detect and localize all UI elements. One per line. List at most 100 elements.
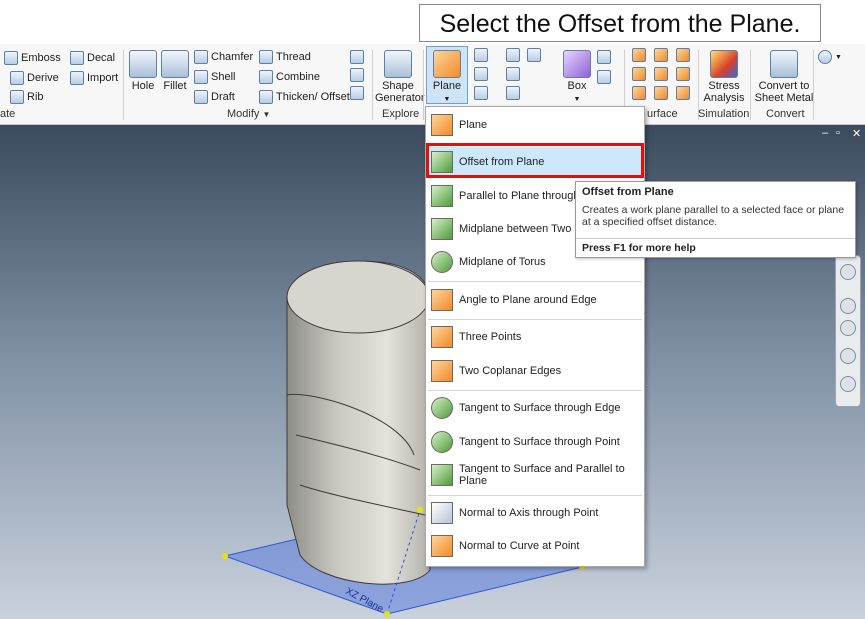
restore-window-button[interactable]: ▫ — [836, 127, 840, 139]
tangent-parallel-icon — [431, 464, 453, 486]
surface-tools-col2 — [654, 48, 668, 100]
ribbon-options-button[interactable]: ▼ — [818, 50, 842, 64]
rib-button[interactable]: Rib — [10, 90, 44, 104]
shape-generator-button[interactable]: Shape Generator — [375, 50, 425, 104]
tooltip-help: Press F1 for more help — [582, 242, 696, 254]
midplane-icon — [431, 218, 453, 240]
menu-item-three-points[interactable]: Three Points — [428, 322, 642, 352]
zoom-icon[interactable] — [840, 320, 856, 336]
modify-small-tools — [350, 50, 364, 100]
rectangular-pattern-icon[interactable] — [506, 48, 520, 62]
plane-button[interactable]: Plane ▼ — [426, 46, 468, 104]
stress-analysis-icon — [710, 50, 738, 78]
menu-item-normal-to-axis[interactable]: Normal to Axis through Point — [428, 498, 642, 528]
decal-icon — [70, 51, 84, 65]
delete-face-surface-icon[interactable] — [676, 48, 690, 62]
ucs-icon[interactable] — [474, 86, 488, 100]
instruction-banner: Select the Offset from the Plane. — [419, 4, 821, 42]
thicken-offset-button[interactable]: Thicken/ Offset — [259, 90, 350, 104]
fit-mesh-face-icon[interactable] — [676, 86, 690, 100]
parallel-plane-icon — [431, 185, 453, 207]
shell-button[interactable]: Shell — [194, 70, 235, 84]
delete-face-icon[interactable] — [350, 86, 364, 100]
menu-item-tangent-parallel-to-plane[interactable]: Tangent to Surface and Parallel to Plane — [428, 460, 642, 490]
point-icon[interactable] — [474, 67, 488, 81]
mirror-icon[interactable] — [527, 48, 541, 62]
menu-divider — [428, 319, 642, 320]
plane-dropdown-arrow-icon: ▼ — [443, 96, 451, 103]
fillet-icon — [161, 50, 189, 78]
combine-icon — [259, 70, 273, 84]
steering-wheel-icon[interactable] — [840, 264, 856, 280]
split-icon[interactable] — [350, 50, 364, 64]
menu-item-two-coplanar-edges[interactable]: Two Coplanar Edges — [428, 356, 642, 386]
panel-label-convert: Convert — [766, 108, 805, 120]
derive-button[interactable]: Derive — [10, 71, 59, 85]
tooltip-divider — [576, 238, 855, 239]
convert-freeform-icon[interactable] — [597, 70, 611, 84]
import-button[interactable]: Import — [70, 71, 118, 85]
convert-to-sheet-metal-button[interactable]: Convert to Sheet Metal — [754, 50, 814, 104]
hole-button[interactable]: Hole — [128, 50, 158, 92]
extend-icon[interactable] — [654, 67, 668, 81]
menu-item-tangent-through-edge[interactable]: Tangent to Surface through Edge — [428, 393, 642, 423]
pattern-tools — [506, 48, 520, 100]
minimize-window-button[interactable]: – — [822, 127, 828, 139]
tangent-edge-icon — [431, 397, 453, 419]
menu-item-normal-to-curve[interactable]: Normal to Curve at Point — [428, 531, 642, 561]
sculpt-icon[interactable] — [654, 48, 668, 62]
close-window-button[interactable]: ✕ — [852, 127, 861, 140]
pan-icon[interactable] — [840, 298, 856, 314]
patch-icon[interactable] — [632, 67, 646, 81]
primitive-tools — [597, 50, 611, 84]
ribbon-divider — [372, 50, 373, 120]
plane-corner-handle[interactable] — [384, 611, 390, 617]
direct-edit-icon[interactable] — [350, 68, 364, 82]
cylinder-top-face[interactable] — [286, 260, 430, 334]
highlight-box — [426, 143, 644, 178]
coplanar-edges-icon — [431, 360, 453, 382]
sketch-pattern-icon[interactable] — [506, 86, 520, 100]
ribbon-options-arrow-icon: ▼ — [835, 53, 842, 61]
menu-divider — [428, 390, 642, 391]
stitch-icon[interactable] — [632, 48, 646, 62]
stress-analysis-button[interactable]: Stress Analysis — [700, 50, 748, 104]
fillet-button[interactable]: Fillet — [160, 50, 190, 92]
combine-button[interactable]: Combine — [259, 70, 320, 84]
modify-expand-icon[interactable]: ▼ — [262, 110, 270, 119]
chamfer-icon — [194, 50, 208, 64]
three-points-icon — [431, 326, 453, 348]
tooltip: Offset from Plane Creates a work plane p… — [575, 181, 856, 258]
thread-button[interactable]: Thread — [259, 50, 311, 64]
emboss-icon — [4, 51, 18, 65]
thicken-offset-icon — [259, 90, 273, 104]
mirror-tool — [527, 48, 541, 62]
decal-button[interactable]: Decal — [70, 51, 115, 65]
freeform-icon[interactable] — [597, 50, 611, 64]
tooltip-description: Creates a work plane parallel to a selec… — [582, 204, 845, 228]
trim-icon[interactable] — [632, 86, 646, 100]
repair-bodies-icon[interactable] — [676, 67, 690, 81]
draft-button[interactable]: Draft — [194, 90, 235, 104]
work-feature-tools — [474, 48, 488, 100]
import-icon — [70, 71, 84, 85]
box-button[interactable]: Box ▼ — [560, 50, 594, 106]
plane-corner-handle[interactable] — [417, 507, 423, 513]
circular-pattern-icon[interactable] — [506, 67, 520, 81]
emboss-button[interactable]: Emboss — [4, 51, 61, 65]
surface-tools-col1 — [632, 48, 646, 100]
panel-label-surface: urface — [647, 108, 678, 120]
look-at-icon[interactable] — [840, 376, 856, 392]
surface-tools-col3 — [676, 48, 690, 100]
draft-icon — [194, 90, 208, 104]
axis-icon[interactable] — [474, 48, 488, 62]
menu-item-plane[interactable]: Plane — [428, 110, 642, 140]
menu-item-tangent-through-point[interactable]: Tangent to Surface through Point — [428, 427, 642, 457]
replace-face-icon[interactable] — [654, 86, 668, 100]
derive-icon — [10, 71, 24, 85]
chamfer-button[interactable]: Chamfer — [194, 50, 253, 64]
menu-item-angle-to-plane[interactable]: Angle to Plane around Edge — [428, 285, 642, 315]
orbit-icon[interactable] — [840, 348, 856, 364]
ribbon-options-icon — [818, 50, 832, 64]
plane-corner-handle[interactable] — [222, 553, 228, 559]
